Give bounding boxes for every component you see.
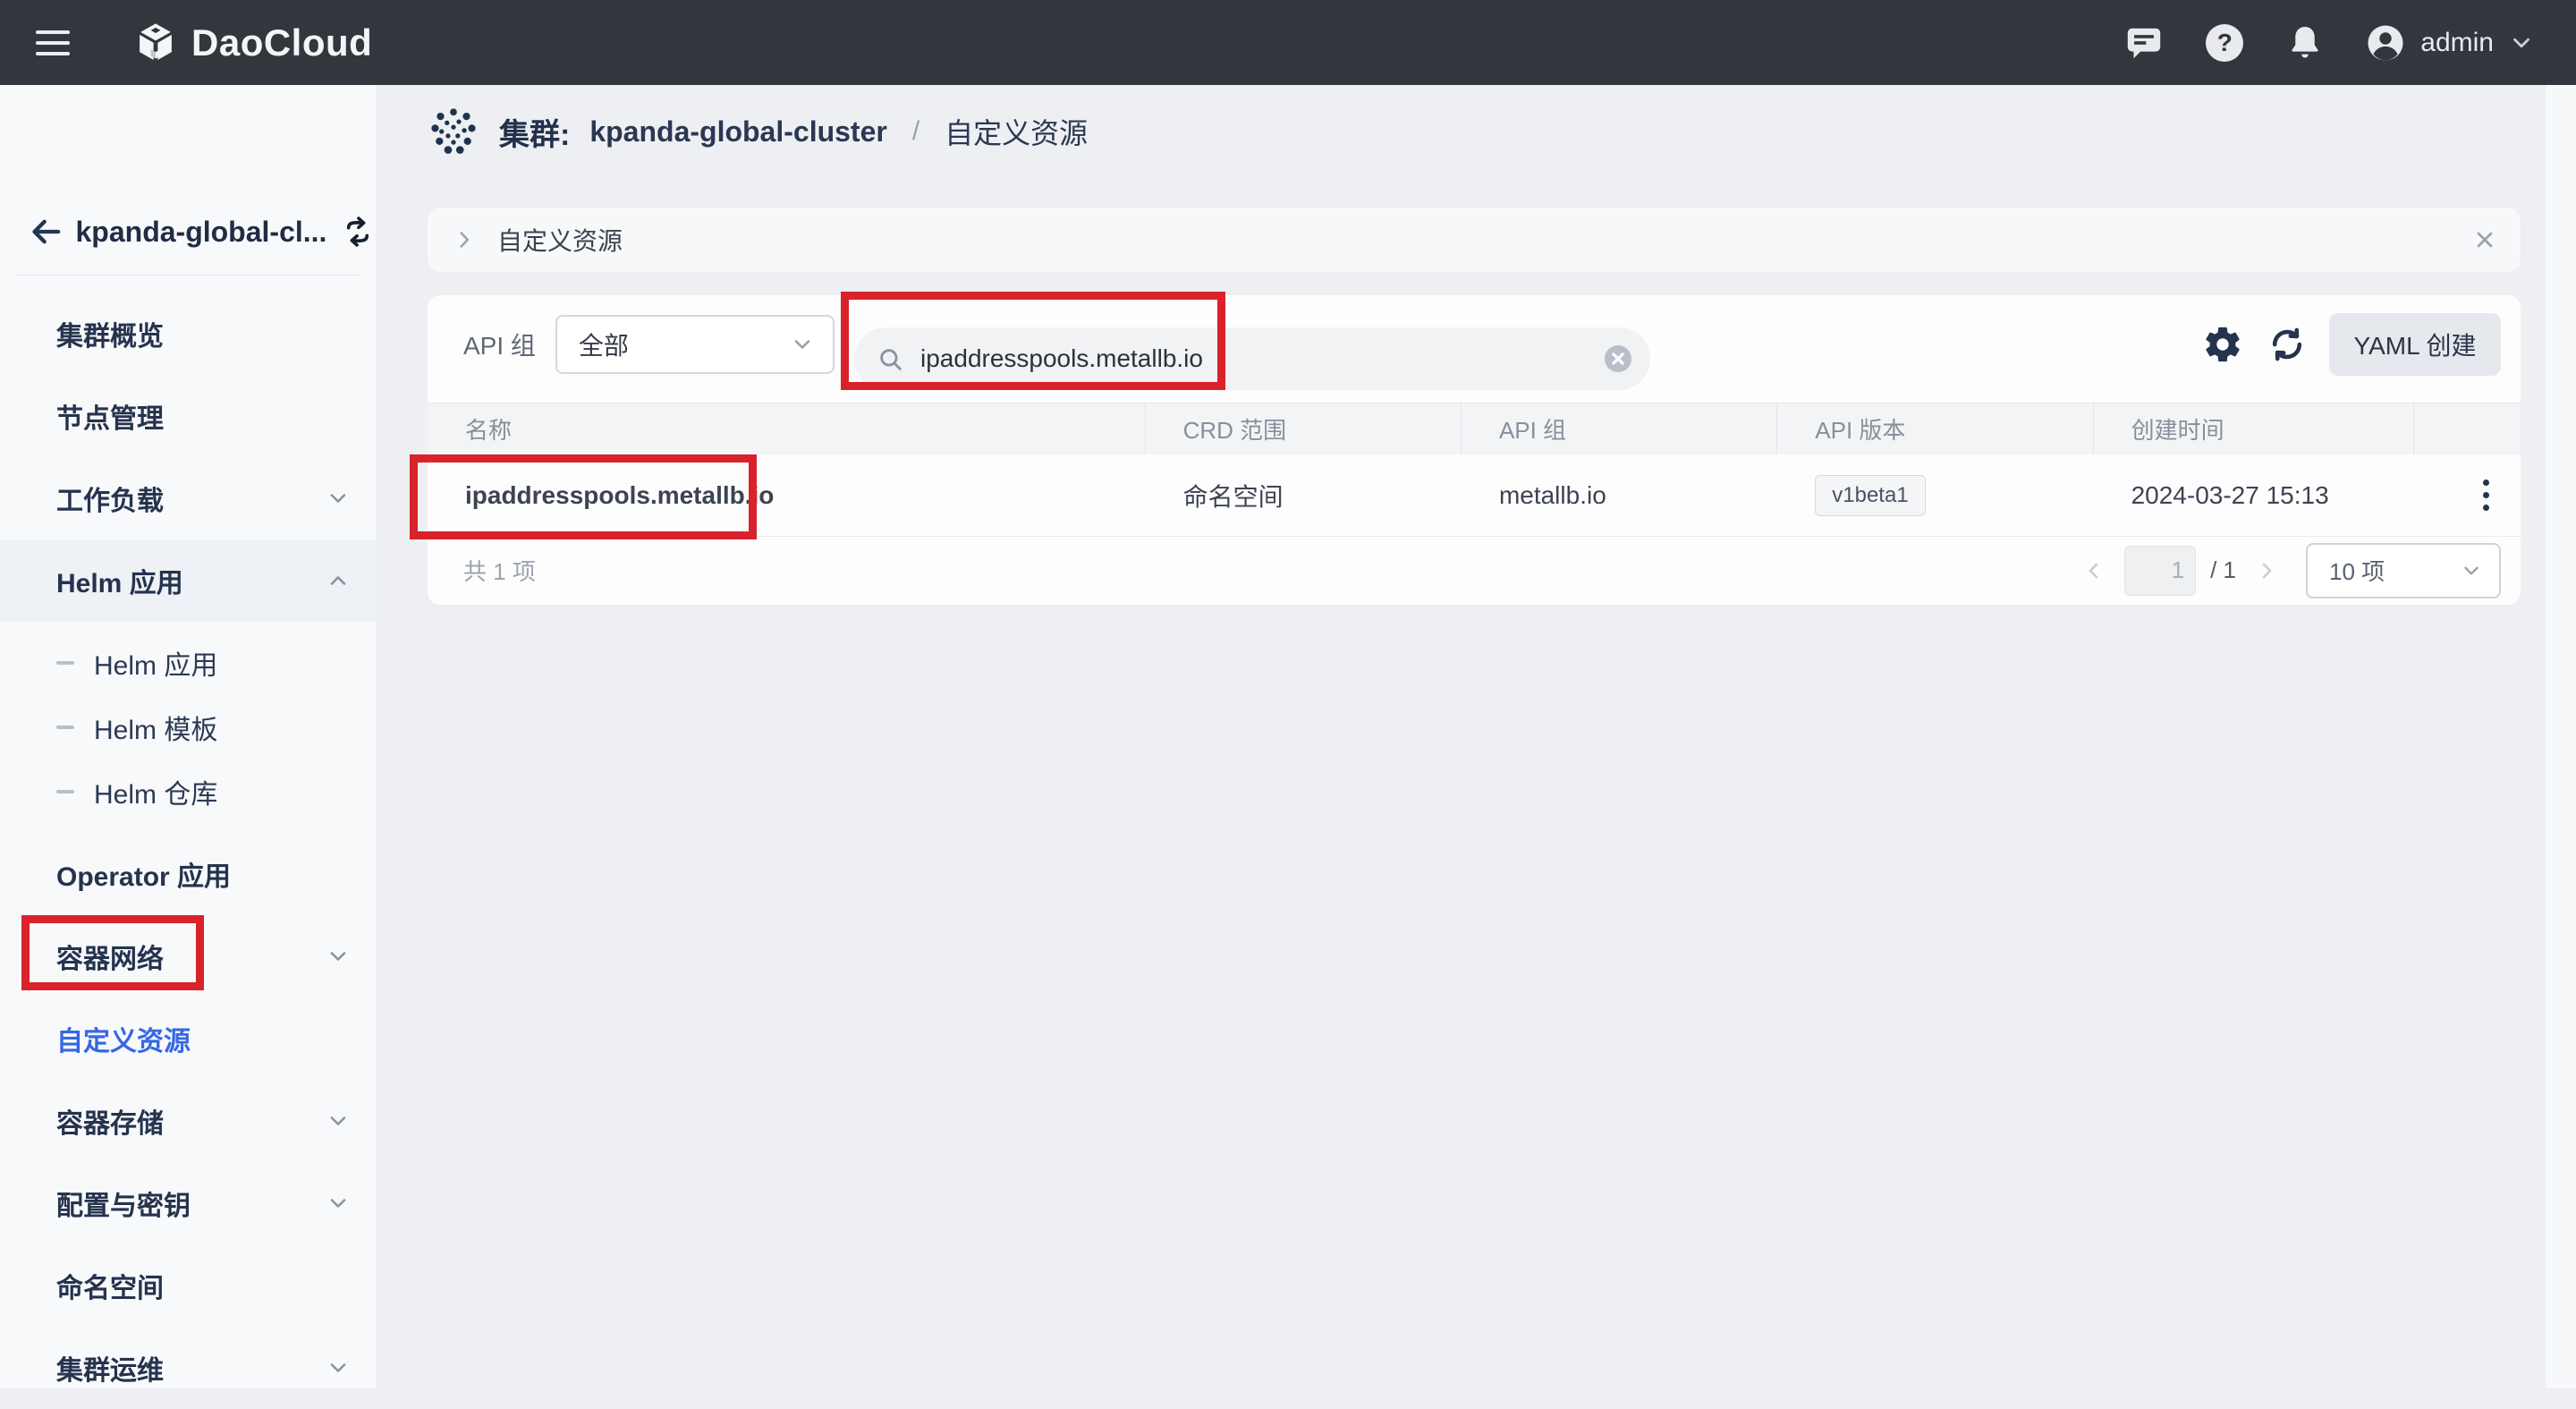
page-number-input[interactable]: 1 — [2124, 546, 2196, 596]
clear-search-icon[interactable] — [1602, 343, 1634, 375]
resources-card: API 组 全部 — [428, 295, 2521, 605]
chevron-down-icon — [326, 1108, 351, 1133]
sidebar-item-workloads[interactable]: 工作负载 — [0, 457, 376, 539]
sidebar-subitem-helm-apps[interactable]: Helm 应用 — [0, 631, 376, 695]
sidebar-item-operator-apps[interactable]: Operator 应用 — [0, 833, 376, 915]
column-header-api-group: API 组 — [1462, 403, 1777, 454]
resources-table: 名称 CRD 范围 API 组 API 版本 创建时间 ipaddresspoo… — [428, 403, 2521, 604]
sidebar-item-cluster-ops[interactable]: 集群运维 — [0, 1327, 376, 1409]
chevron-down-icon — [326, 1191, 351, 1216]
daocloud-cube-icon — [132, 20, 179, 66]
row-actions — [2414, 474, 2521, 516]
scrollbar-track — [2546, 85, 2576, 1388]
topbar-actions: ? admin — [2123, 22, 2535, 64]
api-group-select[interactable]: 全部 — [555, 315, 835, 374]
switch-cluster-icon[interactable] — [339, 213, 376, 250]
sidebar-item-container-storage[interactable]: 容器存储 — [0, 1080, 376, 1162]
brand-name: DaoCloud — [191, 21, 372, 64]
sidebar-item-cluster-overview[interactable]: 集群概览 — [0, 293, 376, 375]
hamburger-menu-icon[interactable] — [36, 30, 70, 55]
user-menu[interactable]: admin — [2365, 22, 2535, 64]
row-api-version: v1beta1 — [1777, 475, 2093, 516]
chevron-up-icon — [326, 568, 351, 593]
sidebar: kpanda-global-cl... 集群概览 节点管理 工作负载 — [0, 85, 376, 1388]
username: admin — [2420, 28, 2494, 58]
chevron-down-icon — [2508, 30, 2535, 56]
pagination: 1 / 1 10 项 — [2078, 543, 2501, 598]
chevron-down-icon — [2460, 559, 2483, 582]
message-icon[interactable] — [2123, 22, 2165, 64]
page-total: / 1 — [2210, 556, 2236, 584]
sidebar-item-custom-resources[interactable]: 自定义资源 — [0, 997, 376, 1080]
cluster-label: 集群: — [499, 110, 570, 154]
kebab-menu-icon[interactable] — [2478, 474, 2495, 516]
column-header-api-version: API 版本 — [1777, 403, 2093, 454]
column-header-name: 名称 — [428, 403, 1146, 454]
row-api-group: metallb.io — [1462, 481, 1777, 510]
row-created-time: 2024-03-27 15:13 — [2094, 481, 2414, 510]
yaml-create-button[interactable]: YAML 创建 — [2329, 313, 2501, 376]
dash-icon — [56, 790, 74, 794]
dash-icon — [56, 661, 74, 665]
row-name[interactable]: ipaddresspools.metallb.io — [428, 481, 1146, 510]
prev-page-icon[interactable] — [2078, 555, 2110, 587]
sidebar-item-container-network[interactable]: 容器网络 — [0, 915, 376, 997]
toolbar: API 组 全部 — [428, 311, 2521, 378]
sidebar-item-namespaces[interactable]: 命名空间 — [0, 1244, 376, 1327]
page-size-select[interactable]: 10 项 — [2306, 543, 2501, 598]
top-bar: DaoCloud ? — [0, 0, 2576, 85]
app-screen: DaoCloud ? — [0, 0, 2576, 1388]
version-badge: v1beta1 — [1815, 475, 1925, 516]
column-header-created: 创建时间 — [2094, 403, 2414, 454]
sidebar-subitem-helm-templates[interactable]: Helm 模板 — [0, 695, 376, 760]
column-header-crd-scope: CRD 范围 — [1146, 403, 1462, 454]
sidebar-cluster-header: kpanda-global-cl... — [0, 199, 376, 264]
column-header-actions — [2414, 403, 2521, 454]
gear-icon[interactable] — [2200, 322, 2245, 367]
page-header: 集群: kpanda-global-cluster / 自定义资源 — [428, 106, 1088, 157]
back-arrow-icon[interactable] — [27, 212, 65, 251]
sidebar-subitem-helm-repos[interactable]: Helm 仓库 — [0, 760, 376, 824]
search-input[interactable] — [854, 327, 1650, 390]
notification-bell-icon[interactable] — [2284, 22, 2326, 64]
search-box — [854, 327, 1650, 390]
total-count: 共 1 项 — [463, 554, 536, 587]
refresh-icon[interactable] — [2265, 322, 2309, 367]
cluster-dots-icon — [428, 106, 479, 157]
api-group-label: API 组 — [463, 327, 536, 362]
dash-icon — [56, 726, 74, 729]
close-icon[interactable] — [2472, 227, 2497, 252]
chevron-down-icon — [326, 486, 351, 511]
sidebar-item-node-management[interactable]: 节点管理 — [0, 375, 376, 457]
row-crd-scope: 命名空间 — [1146, 478, 1462, 514]
collapse-tab-bar: 自定义资源 — [428, 208, 2521, 272]
current-cluster-name[interactable]: kpanda-global-cl... — [76, 216, 327, 249]
sidebar-item-config-secrets[interactable]: 配置与密钥 — [0, 1162, 376, 1244]
next-page-icon[interactable] — [2250, 555, 2283, 587]
chevron-right-icon[interactable] — [453, 228, 476, 251]
table-row[interactable]: ipaddresspools.metallb.io 命名空间 metallb.i… — [428, 454, 2521, 537]
sidebar-item-helm-apps-group[interactable]: Helm 应用 — [0, 539, 376, 622]
table-header: 名称 CRD 范围 API 组 API 版本 创建时间 — [428, 403, 2521, 454]
sidebar-nav: 集群概览 节点管理 工作负载 Helm 应用 Helm 应用 — [0, 293, 376, 1409]
help-icon[interactable]: ? — [2204, 22, 2245, 64]
breadcrumb-cluster-name[interactable]: kpanda-global-cluster — [589, 115, 887, 149]
chevron-down-icon — [326, 944, 351, 969]
avatar — [2365, 22, 2406, 64]
breadcrumb-separator: / — [912, 116, 919, 147]
toolbar-actions: YAML 创建 — [2200, 313, 2501, 376]
sidebar-divider — [16, 275, 360, 276]
tab-title: 自定义资源 — [497, 222, 623, 258]
breadcrumb-page-title: 自定义资源 — [945, 111, 1088, 152]
chevron-down-icon — [790, 332, 815, 357]
chevron-down-icon — [326, 1355, 351, 1380]
brand-logo[interactable]: DaoCloud — [132, 20, 372, 66]
table-footer: 共 1 项 1 / 1 10 项 — [428, 537, 2521, 604]
